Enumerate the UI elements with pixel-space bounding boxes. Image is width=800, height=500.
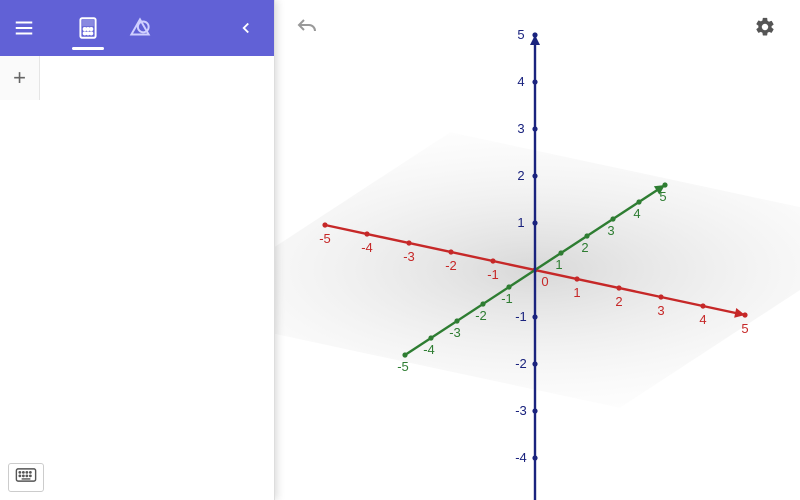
svg-text:-4: -4 <box>361 240 373 255</box>
svg-text:-3: -3 <box>403 249 415 264</box>
svg-text:-3: -3 <box>515 403 527 418</box>
sidebar: + <box>0 0 275 500</box>
svg-text:2: 2 <box>517 168 524 183</box>
keyboard-button[interactable] <box>8 463 44 492</box>
svg-text:2: 2 <box>615 294 622 309</box>
svg-text:5: 5 <box>517 27 524 42</box>
collapse-sidebar-button[interactable] <box>226 8 266 48</box>
graphics-3d-view[interactable]: -5-4-3-2-1012345-5-4-3-2-112345-4-3-2-11… <box>275 0 800 500</box>
undo-button[interactable] <box>295 16 319 45</box>
calculator-icon <box>75 15 101 41</box>
svg-text:2: 2 <box>581 240 588 255</box>
svg-text:1: 1 <box>517 215 524 230</box>
axes-3d[interactable]: -5-4-3-2-1012345-5-4-3-2-112345-4-3-2-11… <box>275 0 800 500</box>
svg-text:-3: -3 <box>449 325 461 340</box>
tab-tools[interactable] <box>114 0 166 56</box>
settings-icon[interactable] <box>754 16 776 43</box>
svg-text:-1: -1 <box>487 267 499 282</box>
svg-text:5: 5 <box>659 189 666 204</box>
menu-icon[interactable] <box>0 0 48 56</box>
expression-input[interactable] <box>40 56 274 100</box>
svg-text:-1: -1 <box>515 309 527 324</box>
svg-text:3: 3 <box>657 303 664 318</box>
svg-text:0: 0 <box>541 274 548 289</box>
svg-text:3: 3 <box>517 121 524 136</box>
svg-text:4: 4 <box>517 74 524 89</box>
add-button[interactable]: + <box>0 56 40 100</box>
svg-text:-1: -1 <box>501 291 513 306</box>
svg-text:-2: -2 <box>445 258 457 273</box>
svg-text:-2: -2 <box>515 356 527 371</box>
input-row: + <box>0 56 274 100</box>
geometry-icon <box>127 15 153 41</box>
svg-text:1: 1 <box>555 257 562 272</box>
svg-text:4: 4 <box>699 312 706 327</box>
sidebar-body <box>0 100 274 500</box>
svg-text:-2: -2 <box>475 308 487 323</box>
tab-algebra[interactable] <box>62 0 114 56</box>
svg-text:-4: -4 <box>423 342 435 357</box>
svg-text:4: 4 <box>633 206 640 221</box>
svg-text:3: 3 <box>607 223 614 238</box>
svg-text:1: 1 <box>573 285 580 300</box>
svg-text:-5: -5 <box>397 359 409 374</box>
svg-text:5: 5 <box>741 321 748 336</box>
svg-text:-4: -4 <box>515 450 527 465</box>
toolbar <box>0 0 274 56</box>
svg-text:-5: -5 <box>319 231 331 246</box>
